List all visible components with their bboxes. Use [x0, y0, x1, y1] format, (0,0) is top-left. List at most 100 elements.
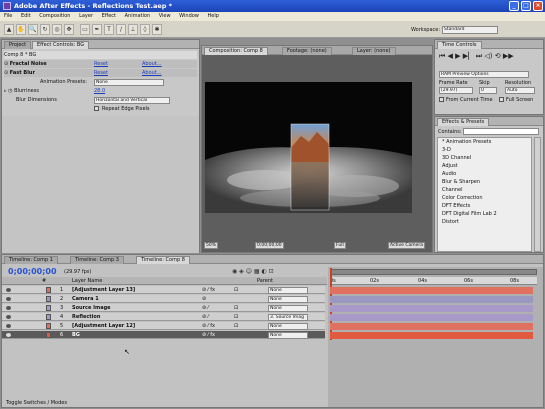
table-row-selected[interactable]: 6 BG ⊘ ⁄ fx None: [2, 331, 325, 339]
eye-icon[interactable]: [6, 324, 11, 328]
table-row[interactable]: 1 [Adjustment Layer 13] ⊘ ⁄ fx ⊡ None: [2, 286, 325, 294]
audio-icon[interactable]: ◁): [484, 52, 492, 60]
label-color-swatch[interactable]: [46, 287, 51, 293]
previous-frame-icon[interactable]: ◀: [448, 52, 453, 60]
table-row[interactable]: 5 [Adjustment Layer 12] ⊘ ⁄ fx ⊡ None: [2, 322, 325, 330]
tab-timeline-comp1[interactable]: Timeline: Comp 1: [4, 256, 58, 264]
text-tool-icon[interactable]: T: [104, 24, 114, 35]
tab-project[interactable]: Project: [4, 41, 32, 49]
frame-blending-icon[interactable]: ▦: [254, 268, 260, 275]
list-item[interactable]: 3D Channel: [442, 155, 471, 162]
blur-dimensions-dropdown[interactable]: Horizontal and Vertical: [94, 97, 170, 104]
table-row[interactable]: 4 Reflection ⊘ ⁄ ⊡ 3. Source Imag: [2, 313, 325, 321]
loop-icon[interactable]: ⟲: [495, 52, 501, 60]
layer-name[interactable]: Reflection: [72, 313, 100, 321]
layer-duration-bar[interactable]: [330, 332, 533, 339]
eye-icon[interactable]: [6, 333, 11, 337]
brush-tool-icon[interactable]: /: [116, 24, 126, 35]
list-item[interactable]: Audio: [442, 171, 456, 178]
switches-icon[interactable]: ⊘ ⁄: [202, 313, 209, 321]
menu-window[interactable]: Window: [179, 13, 199, 19]
menu-animation[interactable]: Animation: [125, 13, 151, 19]
last-frame-icon[interactable]: ⏭: [476, 52, 482, 60]
eraser-tool-icon[interactable]: ◊: [140, 24, 150, 35]
eye-icon[interactable]: [6, 306, 11, 310]
current-time-display[interactable]: 0;00;00;00: [255, 242, 284, 249]
frame-rate-dropdown[interactable]: (29.97): [439, 87, 473, 94]
draft-3d-icon[interactable]: ◈: [239, 268, 244, 275]
layer-name[interactable]: BG: [72, 331, 80, 339]
layer-duration-bar[interactable]: [330, 314, 533, 321]
switches-icon[interactable]: ⊘ ⁄ fx: [202, 322, 215, 330]
menu-composition[interactable]: Composition: [39, 13, 70, 19]
tab-effects-presets[interactable]: Effects & Presets: [437, 118, 490, 126]
parent-dropdown[interactable]: None: [268, 305, 308, 312]
list-item[interactable]: Distort: [442, 219, 459, 226]
label-color-swatch[interactable]: [46, 305, 51, 311]
toggle-switches-modes-button[interactable]: Toggle Switches / Modes: [6, 400, 67, 406]
workspace-dropdown[interactable]: Standard: [442, 26, 498, 34]
rotate-tool-icon[interactable]: ↻: [40, 24, 50, 35]
menu-layer[interactable]: Layer: [79, 13, 93, 19]
repeat-edge-checkbox[interactable]: [94, 106, 99, 111]
menu-file[interactable]: File: [4, 13, 12, 19]
selection-tool-icon[interactable]: ▲: [4, 24, 14, 35]
next-frame-icon[interactable]: ▶▏: [463, 52, 474, 60]
list-item[interactable]: Color Correction: [442, 195, 483, 202]
parent-dropdown[interactable]: None: [268, 296, 308, 303]
hide-shy-icon[interactable]: ☺: [246, 268, 252, 275]
motion-blur-icon[interactable]: ◐: [262, 268, 267, 275]
effect-fast-blur[interactable]: ⊙ Fast Blur Reset About...: [4, 69, 197, 77]
list-item[interactable]: DFT Digital Film Lab 2: [442, 211, 497, 218]
clone-stamp-icon[interactable]: ⊥: [128, 24, 138, 35]
maximize-button[interactable]: □: [521, 1, 531, 11]
label-color-swatch[interactable]: [46, 314, 51, 320]
stopwatch-icon[interactable]: ▹ ◷: [4, 88, 14, 94]
list-item[interactable]: DFT Effects: [442, 203, 470, 210]
switches-icon[interactable]: ⊘ ⁄ fx: [202, 286, 215, 294]
composition-viewer[interactable]: [205, 82, 412, 213]
full-screen-checkbox[interactable]: [499, 97, 504, 102]
switches-icon[interactable]: ⊘ ⁄ fx: [202, 331, 215, 339]
label-color-swatch[interactable]: [46, 323, 51, 329]
list-item[interactable]: * Animation Presets: [442, 139, 491, 146]
blurriness-value[interactable]: 28.0: [94, 87, 105, 95]
layer-duration-bar[interactable]: [330, 305, 533, 312]
pen-tool-icon[interactable]: ✒: [92, 24, 102, 35]
ram-preview-icon[interactable]: ▶▶: [503, 52, 514, 60]
skip-field[interactable]: 0: [479, 87, 497, 94]
contains-search-input[interactable]: [463, 128, 539, 135]
effects-scrollbar[interactable]: [534, 137, 541, 252]
tab-layer[interactable]: Layer: (none): [352, 47, 396, 55]
list-item[interactable]: Blur & Sharpen: [442, 179, 480, 186]
label-color-swatch[interactable]: [46, 332, 51, 338]
ram-preview-dropdown[interactable]: RAM Preview Options: [439, 71, 529, 78]
hand-tool-icon[interactable]: ✋: [16, 24, 26, 35]
orbit-camera-icon[interactable]: ◎: [52, 24, 62, 35]
tab-composition[interactable]: Composition: Comp 8: [204, 47, 268, 55]
menu-effect[interactable]: Effect: [102, 13, 116, 19]
tab-effect-controls[interactable]: Effect Controls: BG: [32, 41, 90, 49]
pan-behind-icon[interactable]: ✥: [64, 24, 74, 35]
effect-fractal-noise[interactable]: ⊙ Fractal Noise Reset About...: [4, 60, 197, 68]
minimize-button[interactable]: _: [509, 1, 519, 11]
menu-edit[interactable]: Edit: [21, 13, 31, 19]
parent-dropdown[interactable]: None: [268, 323, 308, 330]
tab-footage[interactable]: Footage: (none): [282, 47, 332, 55]
resolution-dropdown[interactable]: Auto: [505, 87, 535, 94]
list-item[interactable]: Channel: [442, 187, 463, 194]
about-link[interactable]: About...: [142, 69, 162, 77]
magnification-dropdown[interactable]: 50%: [204, 242, 219, 249]
layer-name[interactable]: Source Image: [72, 304, 111, 312]
parent-dropdown[interactable]: 3. Source Imag: [268, 314, 308, 321]
parent-dropdown[interactable]: None: [268, 332, 308, 339]
3d-layer-icon[interactable]: ⊡: [234, 313, 238, 321]
menu-help[interactable]: Help: [207, 13, 218, 19]
about-link[interactable]: About...: [142, 60, 162, 68]
table-row[interactable]: 2 Camera 1 ⊘ None: [2, 295, 325, 303]
first-frame-icon[interactable]: ⏮: [439, 52, 445, 60]
list-item[interactable]: 3-D: [442, 147, 451, 154]
parent-dropdown[interactable]: None: [268, 287, 308, 294]
switches-icon[interactable]: ⊘ ⁄: [202, 304, 209, 312]
layer-duration-bar[interactable]: [330, 296, 533, 303]
